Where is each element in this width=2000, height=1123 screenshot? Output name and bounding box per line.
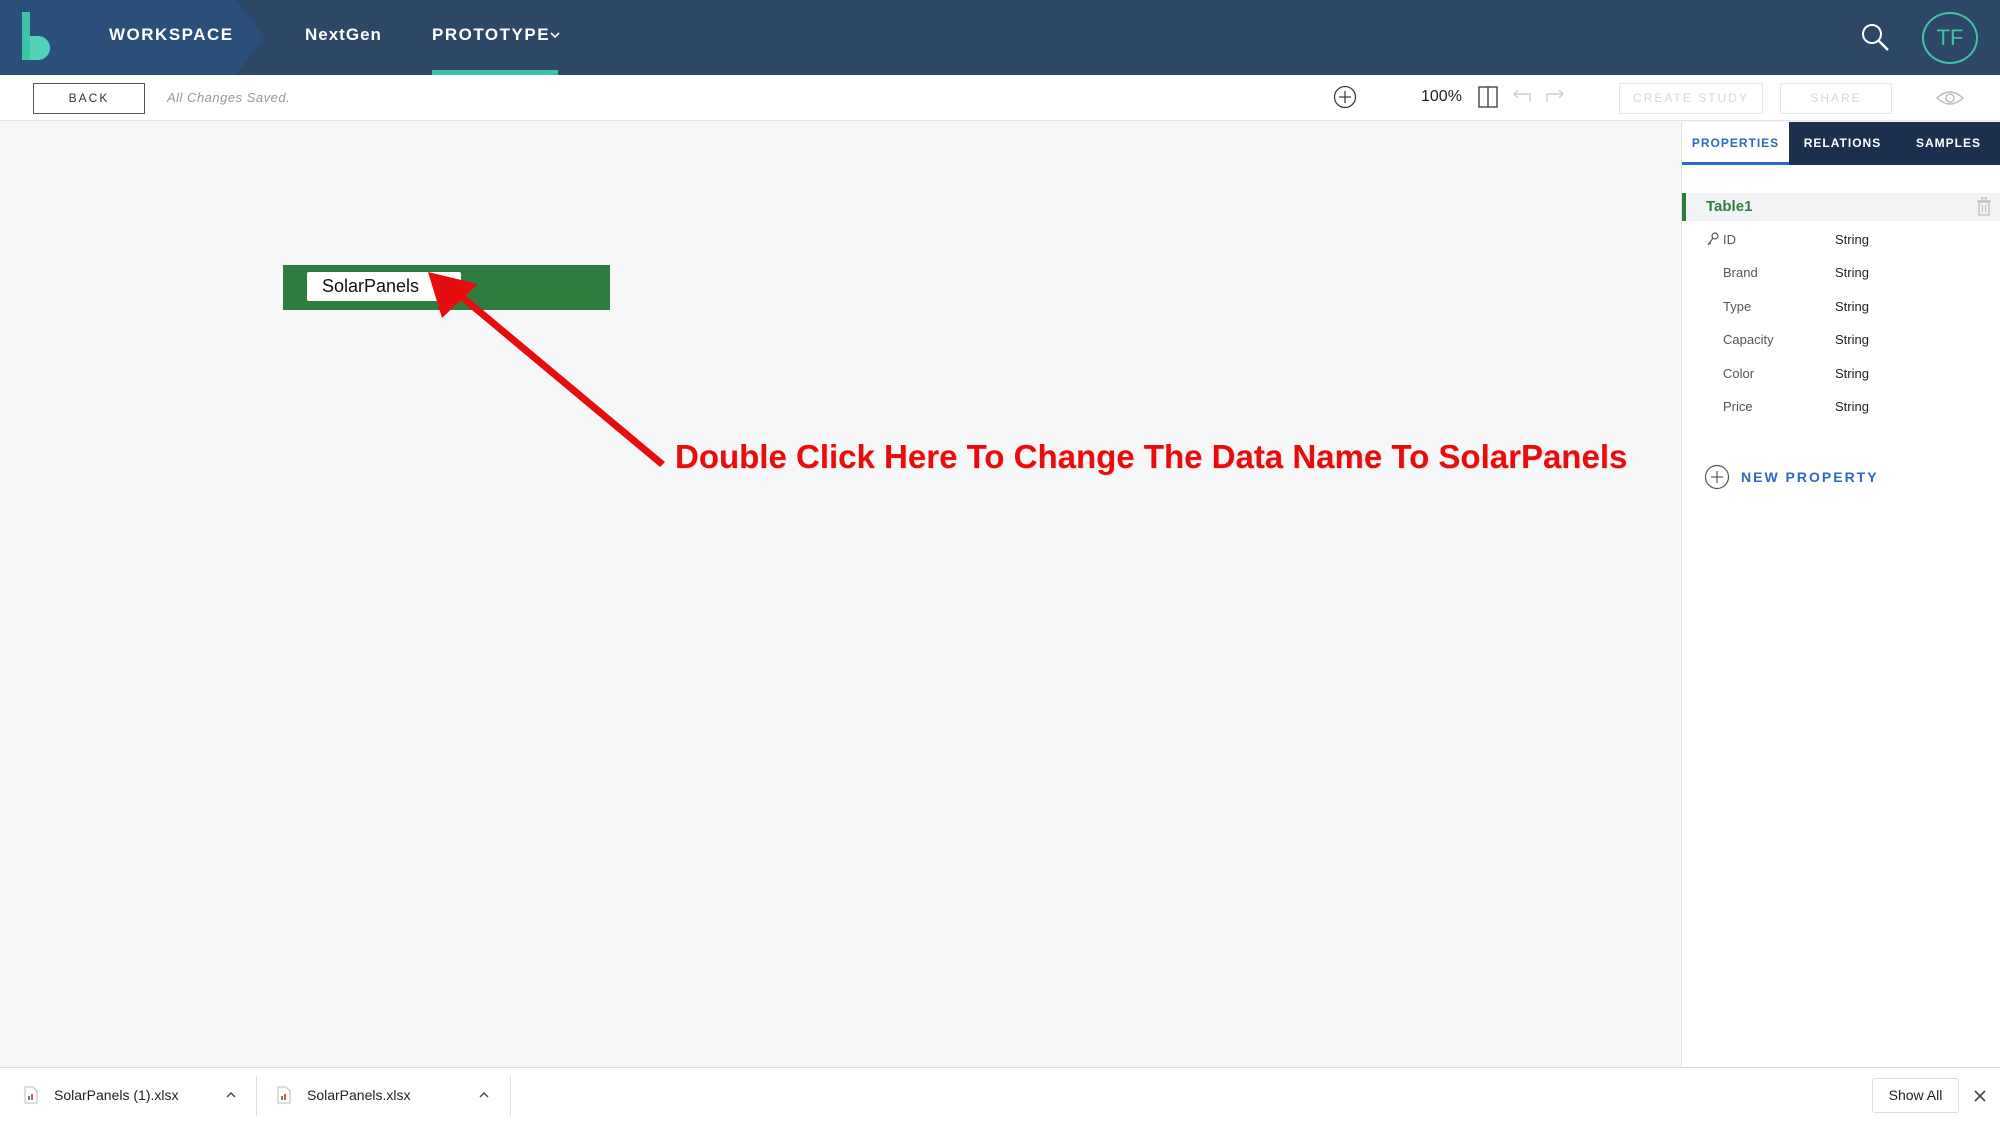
tab-properties[interactable]: PROPERTIES <box>1682 122 1789 165</box>
nav-prototype[interactable]: PROTOTYPE <box>432 0 550 75</box>
tab-samples[interactable]: SAMPLES <box>1896 122 2000 165</box>
redo-icon[interactable] <box>1545 86 1567 106</box>
chevron-up-icon[interactable] <box>477 1088 491 1102</box>
annotation-text: Double Click Here To Change The Data Nam… <box>675 438 1628 475</box>
back-button[interactable]: BACK <box>33 83 145 114</box>
property-type[interactable]: String <box>1835 366 1869 381</box>
property-name: ID <box>1723 232 1736 247</box>
property-row[interactable]: Price String <box>1682 394 2000 420</box>
property-name: Capacity <box>1723 332 1774 347</box>
properties-panel: PROPERTIES RELATIONS SAMPLES Table1 ID S… <box>1681 122 2000 1067</box>
close-icon[interactable] <box>1972 1088 1988 1104</box>
property-type[interactable]: String <box>1835 299 1869 314</box>
property-name: Type <box>1723 299 1752 314</box>
property-row[interactable]: Capacity String <box>1682 327 2000 353</box>
table-header-row[interactable]: Table1 <box>1682 193 2000 221</box>
preview-eye-icon[interactable] <box>1935 87 1965 109</box>
table-label: Table1 <box>1706 198 1753 215</box>
property-name: Color <box>1723 366 1755 381</box>
divider <box>256 1076 257 1116</box>
download-file-name: SolarPanels.xlsx <box>307 1087 411 1103</box>
downloads-bar: SolarPanels (1).xlsx SolarPanels.xlsx Sh… <box>0 1067 2000 1123</box>
property-row[interactable]: Color String <box>1682 361 2000 387</box>
create-study-button[interactable]: CREATE STUDY <box>1619 83 1763 114</box>
show-all-button[interactable]: Show All <box>1872 1078 1959 1113</box>
data-canvas[interactable] <box>0 122 1681 1067</box>
property-type[interactable]: String <box>1835 399 1869 414</box>
undo-icon[interactable] <box>1510 86 1532 106</box>
share-button[interactable]: SHARE <box>1780 83 1892 114</box>
search-icon[interactable] <box>1858 20 1892 54</box>
chevron-down-icon[interactable] <box>548 28 562 42</box>
user-avatar[interactable]: TF <box>1922 12 1978 64</box>
new-property-label: NEW PROPERTY <box>1741 469 1879 485</box>
annotation-arrow <box>428 272 665 467</box>
tab-relations[interactable]: RELATIONS <box>1789 122 1896 165</box>
save-status: All Changes Saved. <box>167 90 291 105</box>
property-row[interactable]: Brand String <box>1682 260 2000 286</box>
file-icon <box>24 1086 38 1104</box>
app-logo-icon[interactable] <box>20 12 56 60</box>
property-name: Brand <box>1723 265 1758 280</box>
download-item[interactable]: SolarPanels (1).xlsx <box>24 1068 244 1123</box>
property-row[interactable]: ID String <box>1682 227 2000 253</box>
property-name: Price <box>1723 399 1753 414</box>
property-row[interactable]: Type String <box>1682 294 2000 320</box>
nav-project[interactable]: NextGen <box>305 0 382 75</box>
add-circle-icon <box>1704 464 1730 490</box>
divider <box>510 1076 511 1116</box>
property-type[interactable]: String <box>1835 232 1869 247</box>
zoom-level[interactable]: 100% <box>1421 88 1462 106</box>
nav-workspace[interactable]: WORKSPACE <box>109 0 234 75</box>
key-icon <box>1707 232 1719 246</box>
property-type[interactable]: String <box>1835 265 1869 280</box>
top-nav-bar: WORKSPACE NextGen PROTOTYPE TF <box>0 0 2000 75</box>
editor-toolbar: BACK All Changes Saved. 100% CREATE STUD… <box>0 75 2000 121</box>
download-item[interactable]: SolarPanels.xlsx <box>277 1068 497 1123</box>
file-icon <box>277 1086 291 1104</box>
chevron-up-icon[interactable] <box>224 1088 238 1102</box>
add-circle-icon[interactable] <box>1333 85 1357 109</box>
download-file-name: SolarPanels (1).xlsx <box>54 1087 179 1103</box>
property-type[interactable]: String <box>1835 332 1869 347</box>
trash-icon[interactable] <box>1976 197 1992 216</box>
panel-layout-icon[interactable] <box>1478 86 1498 108</box>
